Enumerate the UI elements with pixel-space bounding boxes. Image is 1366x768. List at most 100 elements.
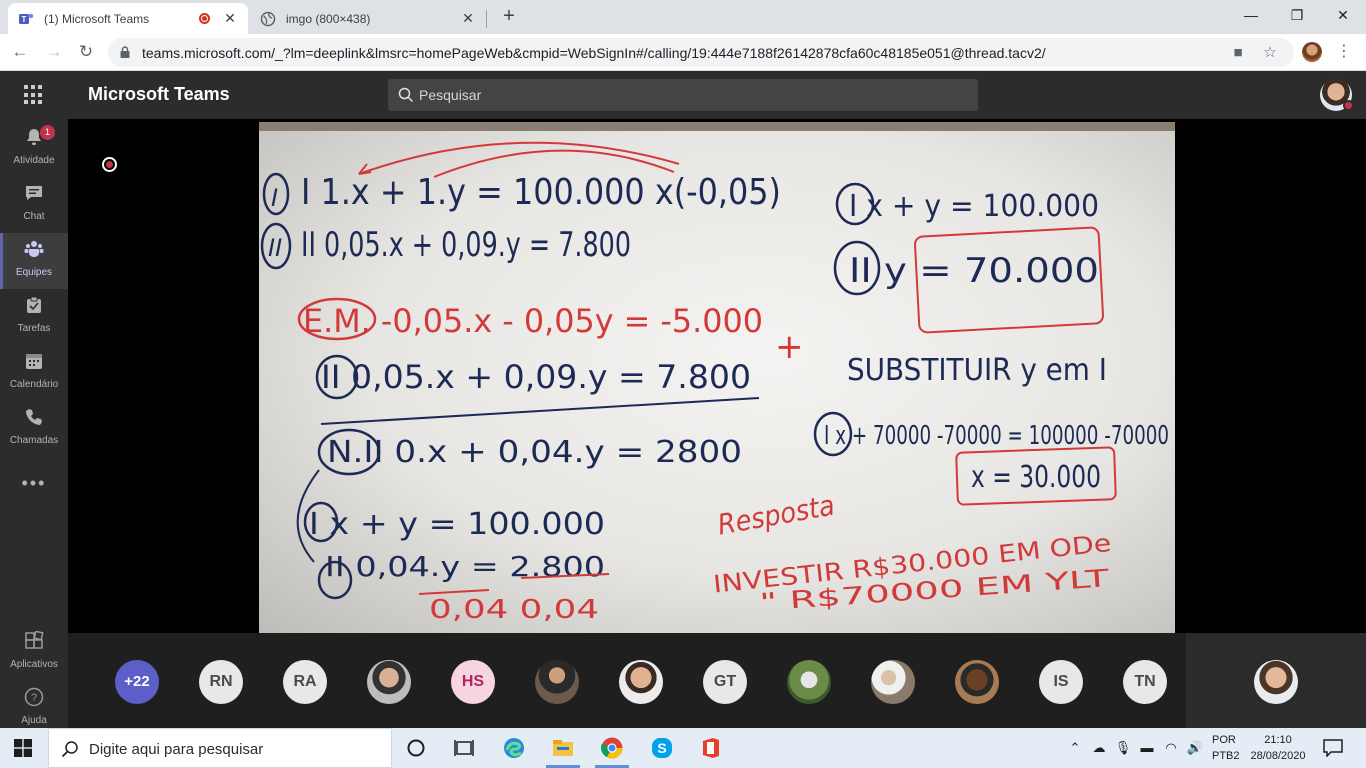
address-bar[interactable]: teams.microsoft.com/_?lm=deeplink&lmsrc=…: [108, 38, 1294, 67]
participant-avatar[interactable]: [955, 660, 999, 704]
search-icon: [398, 87, 414, 103]
svg-text:?: ?: [31, 692, 37, 704]
edge-browser-icon[interactable]: [502, 736, 526, 760]
rail-label: Atividade: [13, 155, 55, 166]
help-icon: ?: [24, 687, 44, 707]
browser-tab-strip: T (1) Microsoft Teams ✕ imgo (800×438) ✕…: [0, 0, 1366, 34]
rail-item-tarefas[interactable]: Tarefas: [0, 289, 68, 345]
skype-icon[interactable]: S: [650, 736, 674, 760]
teams-favicon-icon: T: [18, 11, 34, 27]
rail-label: Chamadas: [9, 435, 59, 446]
wb-line-4: II 0,05.x + 0,09.y = 7.800: [321, 358, 751, 396]
tab-separator: [486, 10, 487, 28]
new-tab-button[interactable]: +: [498, 5, 520, 27]
rail-item-atividade[interactable]: 1 Atividade: [0, 121, 68, 177]
restore-button[interactable]: ❐: [1274, 0, 1320, 30]
svg-text:II: II: [268, 234, 282, 262]
wb-line-13: x = 30.000: [971, 460, 1101, 495]
back-button[interactable]: ←: [8, 40, 32, 64]
participant-avatar[interactable]: [787, 660, 831, 704]
rail-label: Chat: [23, 211, 45, 222]
camera-in-use-icon[interactable]: ■: [1228, 43, 1248, 63]
forward-button[interactable]: →: [42, 40, 66, 64]
wb-line-11: SUBSTITUIR y em I: [847, 353, 1107, 388]
tab-imgo[interactable]: imgo (800×438) ✕: [250, 3, 486, 34]
clock-time: 21:10: [1264, 734, 1292, 746]
participant-avatar[interactable]: IS: [1039, 660, 1083, 704]
close-window-button[interactable]: ✕: [1320, 0, 1366, 30]
chat-icon: [26, 186, 42, 200]
rail-label: Ajuda: [21, 715, 47, 726]
profile-avatar[interactable]: [1302, 42, 1322, 62]
rail-item-equipes[interactable]: Equipes: [0, 233, 68, 289]
task-view-icon[interactable]: [452, 736, 476, 760]
self-video-tile[interactable]: [1186, 633, 1366, 728]
rail-item-chamadas[interactable]: Chamadas: [0, 401, 68, 457]
participant-avatar[interactable]: [535, 660, 579, 704]
taskbar-search-placeholder: Digite aqui para pesquisar: [89, 741, 264, 758]
wb-line-7: II 0,04.y = 2.800: [325, 550, 605, 583]
participant-avatar[interactable]: TN: [1123, 660, 1167, 704]
rail-item-aplicativos[interactable]: Aplicativos: [0, 625, 68, 681]
wb-line-9: I x + y = 100.000: [849, 189, 1099, 224]
reload-button[interactable]: ↻: [74, 40, 98, 64]
participant-avatar[interactable]: GT: [703, 660, 747, 704]
clock-date: 28/08/2020: [1250, 750, 1306, 762]
microphone-icon[interactable]: 🎙: [1114, 740, 1132, 756]
close-tab-icon[interactable]: ✕: [460, 10, 476, 27]
rail-item-calendario[interactable]: Calendário: [0, 345, 68, 401]
participant-avatar[interactable]: HS: [451, 660, 495, 704]
show-hidden-icons-icon[interactable]: ⌃: [1066, 740, 1084, 756]
more-participants-button[interactable]: +22: [115, 660, 159, 704]
notifications-icon[interactable]: [1323, 739, 1343, 757]
participant-avatar[interactable]: [871, 660, 915, 704]
rail-item-chat[interactable]: Chat: [0, 177, 68, 233]
svg-text:S: S: [657, 740, 666, 756]
participant-avatar[interactable]: RN: [199, 660, 243, 704]
svg-text:T: T: [22, 15, 27, 24]
wifi-icon[interactable]: ◠: [1162, 740, 1180, 756]
input-language[interactable]: POR PTB2: [1212, 732, 1240, 764]
close-tab-icon[interactable]: ✕: [222, 10, 238, 27]
volume-icon[interactable]: 🔊: [1186, 740, 1204, 756]
keyboard-layout: PTB2: [1212, 750, 1240, 762]
whiteboard-drawing: I II I 1.x + 1.y = 100.000 x(-0,05) II 0…: [260, 141, 1169, 625]
taskbar-search-input[interactable]: Digite aqui para pesquisar: [48, 728, 392, 768]
wb-line-5: N.II 0.x + 0,04.y = 2800: [327, 435, 742, 470]
wb-line-6: I x + y = 100.000: [309, 507, 605, 542]
recording-indicator-icon: [199, 13, 210, 24]
office-icon[interactable]: [699, 736, 723, 760]
cortana-icon[interactable]: [404, 736, 428, 760]
minimize-button[interactable]: —: [1228, 0, 1274, 30]
windows-start-icon[interactable]: [14, 739, 32, 757]
more-apps-icon[interactable]: •••: [0, 473, 68, 494]
participant-avatar[interactable]: RA: [283, 660, 327, 704]
browser-menu-icon[interactable]: ⋮: [1336, 42, 1352, 62]
rail-label: Calendário: [9, 379, 59, 390]
wb-line-14: Resposta: [715, 489, 837, 542]
search-icon: [61, 741, 78, 758]
tab-microsoft-teams[interactable]: T (1) Microsoft Teams ✕: [8, 3, 248, 34]
windows-taskbar: Digite aqui para pesquisar S ⌃ ☁ 🎙 ▬ ◠ 🔊…: [0, 728, 1366, 768]
wb-line-1: I 1.x + 1.y = 100.000 x(-0,05): [301, 172, 781, 213]
call-stage: I II I 1.x + 1.y = 100.000 x(-0,05) II 0…: [68, 119, 1366, 633]
chrome-icon[interactable]: [600, 736, 624, 760]
wb-line-12: I x + 70000 -70000 = 100000 -70000: [824, 421, 1169, 451]
globe-icon: [260, 11, 276, 27]
bookmark-star-icon[interactable]: ☆: [1260, 43, 1280, 63]
rail-label: Aplicativos: [10, 659, 58, 670]
participant-avatar[interactable]: [367, 660, 411, 704]
app-launcher-icon[interactable]: [24, 85, 44, 105]
app-rail: 1 Atividade Chat Equipes Tarefas Calendá…: [0, 119, 68, 728]
participant-strip: +22 RN RA HS GT IS TN: [68, 633, 1186, 728]
apps-icon: [25, 631, 44, 649]
url-text: teams.microsoft.com/_?lm=deeplink&lmsrc=…: [142, 45, 1046, 61]
participant-avatar[interactable]: [619, 660, 663, 704]
onedrive-icon[interactable]: ☁: [1090, 740, 1108, 756]
system-clock[interactable]: 21:10 28/08/2020: [1246, 732, 1310, 764]
file-explorer-icon[interactable]: [551, 736, 575, 760]
search-input[interactable]: Pesquisar: [388, 79, 978, 111]
shared-video[interactable]: I II I 1.x + 1.y = 100.000 x(-0,05) II 0…: [259, 122, 1175, 633]
battery-icon[interactable]: ▬: [1138, 740, 1156, 756]
self-avatar: [1254, 660, 1298, 704]
